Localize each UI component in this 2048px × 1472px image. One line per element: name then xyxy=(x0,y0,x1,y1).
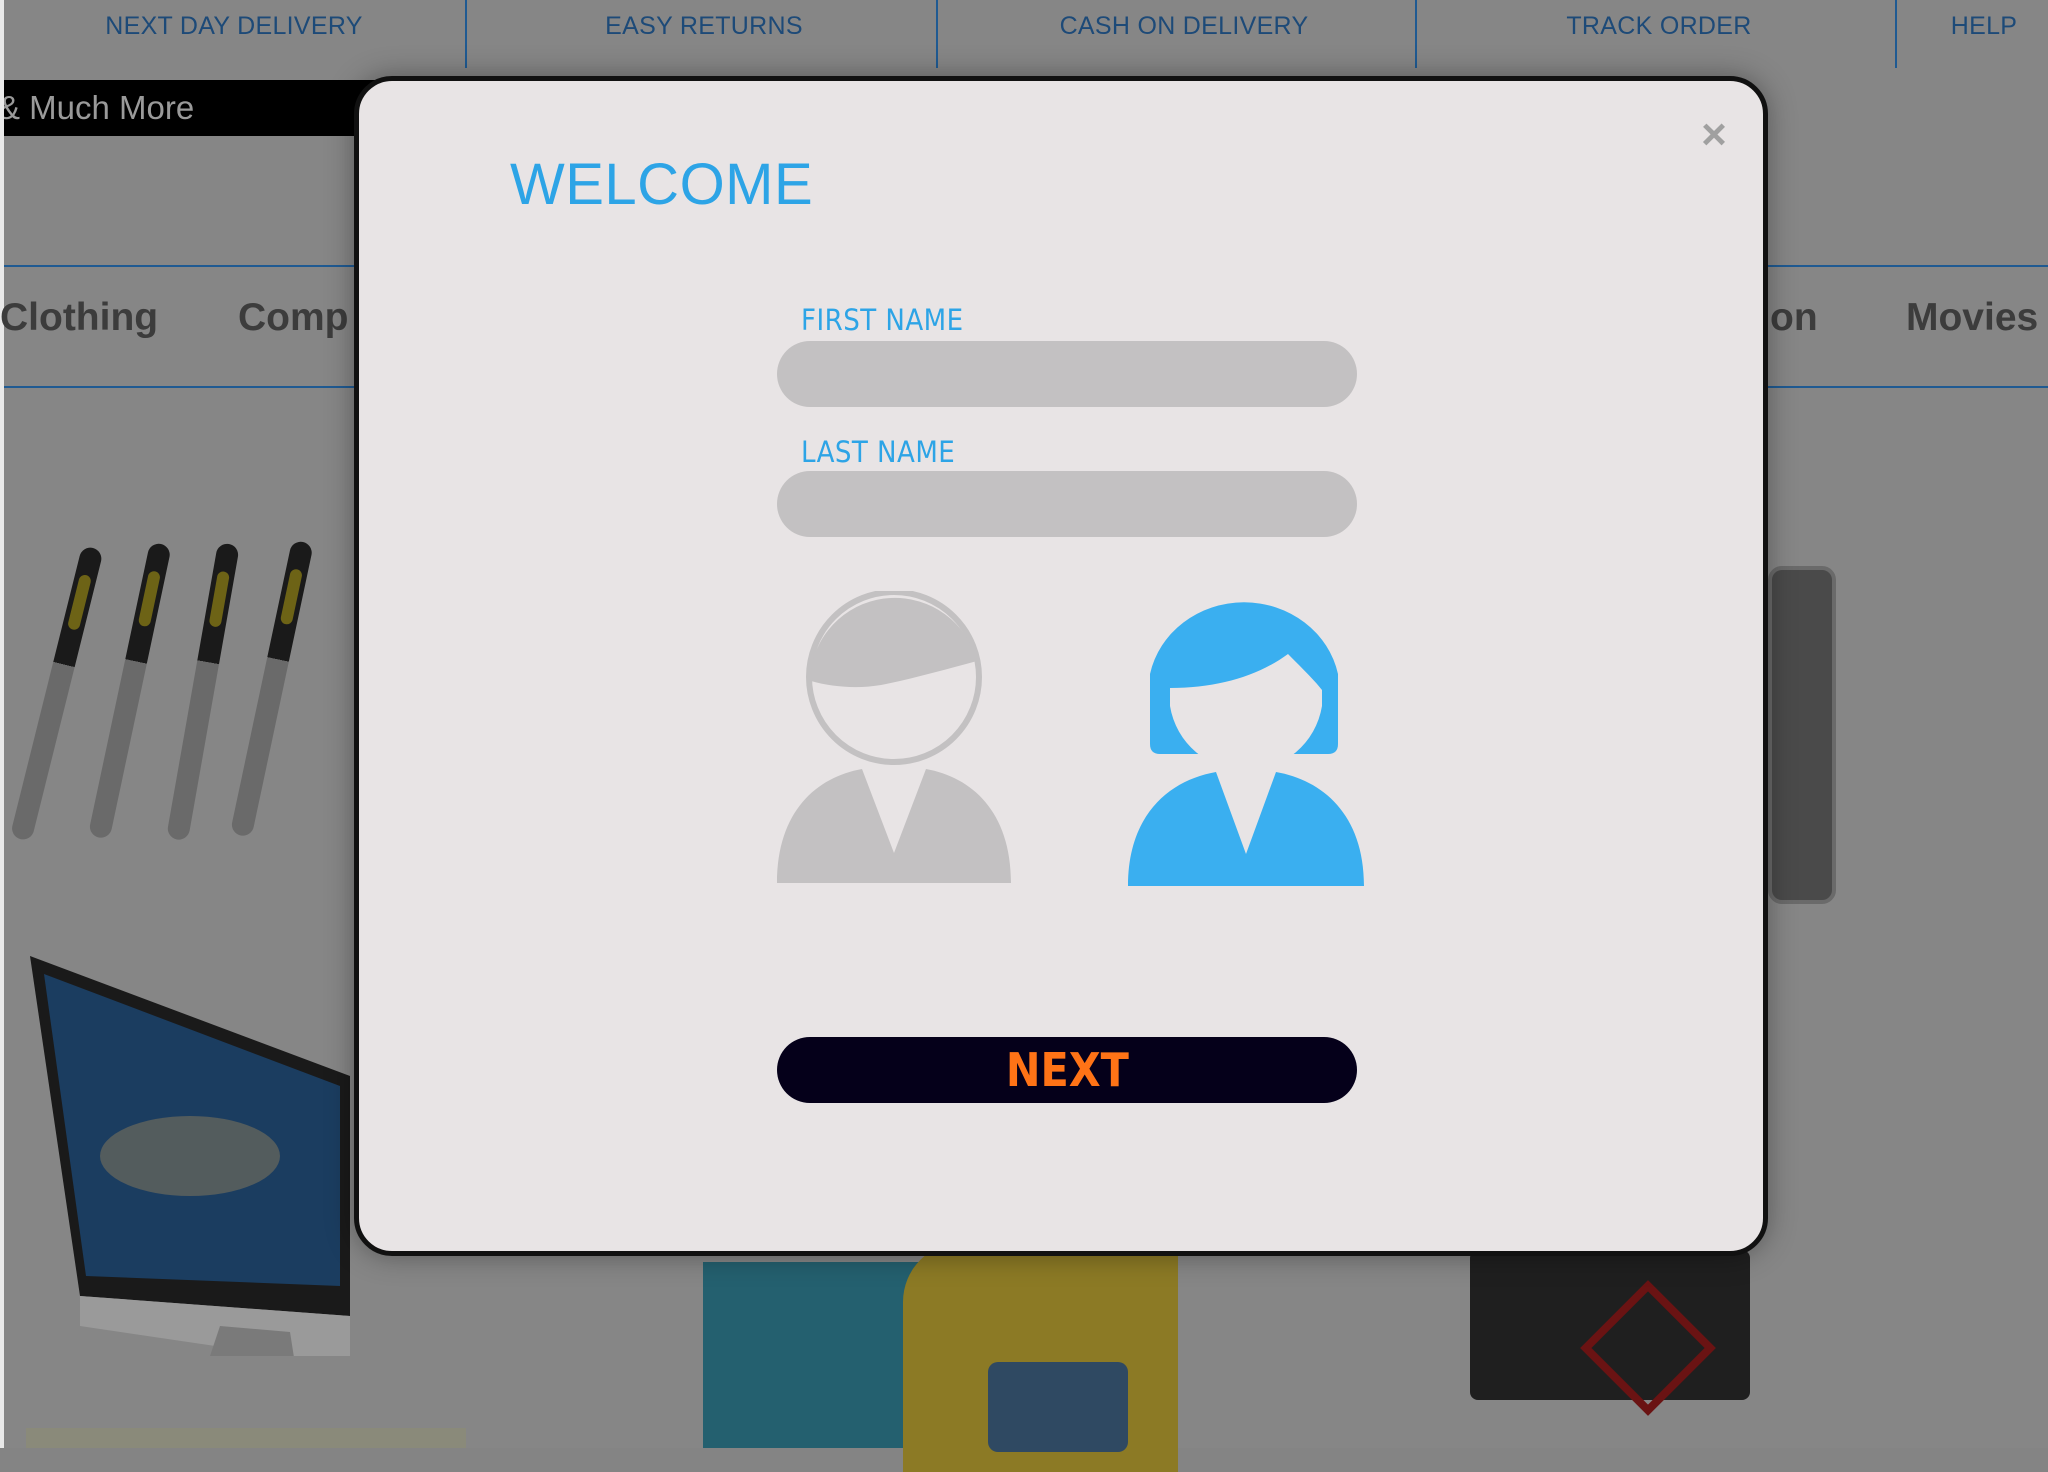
screwdriver-shape xyxy=(166,542,240,842)
last-name-input[interactable] xyxy=(777,471,1357,537)
first-name-label: FIRST NAME xyxy=(801,303,964,337)
category-computers[interactable]: Comp xyxy=(238,296,349,340)
close-icon[interactable]: × xyxy=(1694,113,1734,157)
topbar-track-order[interactable]: TRACK ORDER xyxy=(1474,0,1844,68)
promo-text: & Much More xyxy=(4,89,195,126)
topbar-help[interactable]: HELP xyxy=(1924,0,2044,68)
welcome-modal: × WELCOME FIRST NAME LAST NAME NEXT xyxy=(354,76,1768,1256)
male-avatar-icon[interactable] xyxy=(777,591,1011,891)
category-movies[interactable]: Movies xyxy=(1906,296,2038,340)
first-name-input[interactable] xyxy=(777,341,1357,407)
topbar-cash-on-delivery[interactable]: CASH ON DELIVERY xyxy=(994,0,1374,68)
next-button-label: NEXT xyxy=(1005,1043,1129,1097)
product-image-movie[interactable] xyxy=(703,1242,1178,1472)
last-name-label: LAST NAME xyxy=(801,435,956,469)
category-clothing[interactable]: Clothing xyxy=(0,296,158,340)
service-bar: NEXT DAY DELIVERY EASY RETURNS CASH ON D… xyxy=(4,0,2048,68)
screwdriver-shape xyxy=(229,539,314,838)
topbar-divider xyxy=(1415,0,1417,68)
topbar-easy-returns[interactable]: EASY RETURNS xyxy=(524,0,884,68)
topbar-divider xyxy=(1895,0,1897,68)
topbar-divider xyxy=(465,0,467,68)
category-partial[interactable]: on xyxy=(1770,296,1818,340)
topbar-next-day-delivery[interactable]: NEXT DAY DELIVERY xyxy=(44,0,424,68)
minion-overalls xyxy=(988,1362,1128,1452)
screwdriver-shape xyxy=(87,541,172,840)
screwdriver-shape xyxy=(9,545,104,842)
next-button[interactable]: NEXT xyxy=(777,1037,1357,1103)
female-avatar-icon[interactable] xyxy=(1128,594,1364,891)
product-image-speaker[interactable] xyxy=(1768,566,1836,904)
modal-title: WELCOME xyxy=(510,152,814,217)
product-image-screwdrivers[interactable] xyxy=(0,520,360,920)
product-image-partial xyxy=(26,1428,466,1448)
topbar-divider xyxy=(936,0,938,68)
